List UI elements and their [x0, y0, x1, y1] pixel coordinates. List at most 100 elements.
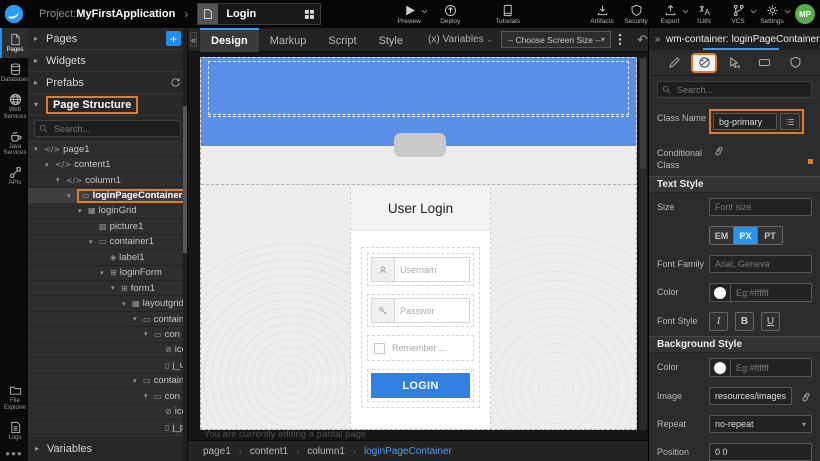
section-variables[interactable]: ▸ Variables [28, 435, 187, 461]
section-pages[interactable]: ▸ Pages + [28, 28, 187, 50]
tree-item-j_us[interactable]: ▯j_us [28, 358, 187, 373]
login-button[interactable]: LOGIN [371, 373, 470, 398]
font-style-button-u[interactable]: U [761, 312, 780, 331]
page-tab-login[interactable]: Login [197, 3, 321, 25]
header-action-settings[interactable]: Settings [760, 4, 784, 25]
tree-item-content1[interactable]: ▾</>content1 [28, 157, 187, 172]
color-swatch[interactable] [714, 362, 726, 374]
breadcrumb-item-content1[interactable]: content1 [250, 446, 288, 457]
rail-item-file-explorer[interactable]: File Explorer [0, 379, 28, 416]
rail-item-pages[interactable]: Pages [0, 28, 28, 58]
text-color-picker[interactable]: Eg:#ffffff [709, 283, 812, 302]
breadcrumb-item-page1[interactable]: page1 [203, 446, 231, 457]
tree-item-j_pa[interactable]: ▯j_pa [28, 420, 187, 435]
font-unit-row: EMPXPT [649, 221, 820, 250]
tree-item-con[interactable]: ▾▭con [28, 327, 187, 342]
password-input[interactable] [394, 298, 470, 323]
bg-repeat-select[interactable]: no-repeat ▾ [709, 415, 812, 433]
canvas-scrollbar[interactable] [639, 57, 647, 430]
tree-item-container[interactable]: ▾▭container [28, 312, 187, 327]
font-size-input[interactable] [709, 198, 812, 216]
tree-item-ico[interactable]: ⊘ico [28, 343, 187, 358]
section-widgets[interactable]: ▸ Widgets [28, 50, 187, 72]
collapse-left-panel-button[interactable]: « [190, 32, 197, 47]
tree-item-ico[interactable]: ⊘ico [28, 404, 187, 419]
user-avatar[interactable]: MP [795, 4, 815, 24]
refresh-icon[interactable] [170, 77, 181, 88]
rail-item-apis[interactable]: APIs [0, 161, 28, 191]
toolbar-tab-design[interactable]: Design [200, 28, 259, 52]
color-swatch[interactable] [714, 287, 726, 299]
toolbar-tab-script[interactable]: Script [317, 28, 367, 52]
left-panel-scrollbar[interactable] [183, 28, 187, 461]
tree-item-container1[interactable]: ▾▭container1 [28, 235, 187, 250]
unit-button-em[interactable]: EM [710, 227, 734, 244]
rail-item-logs[interactable]: Logs [0, 416, 28, 446]
wavemaker-logo-icon[interactable] [1, 1, 27, 27]
picture-placeholder[interactable] [394, 133, 446, 157]
styles-search-input[interactable] [675, 84, 807, 96]
header-action-tutorials[interactable]: Tutorials [495, 4, 520, 25]
section-prefabs[interactable]: ▸ Prefabs [28, 72, 187, 94]
more-options-button[interactable] [618, 33, 622, 46]
tree-item-picture1[interactable]: ▨picture1 [28, 219, 187, 234]
tree-item-con[interactable]: ▾▭con [28, 389, 187, 404]
toolbar-tab-style[interactable]: Style [368, 28, 414, 52]
design-canvas[interactable]: User Login [200, 57, 637, 430]
section-page-structure[interactable]: ▾ Page Structure [28, 94, 187, 116]
font-style-button-b[interactable]: B [735, 312, 754, 331]
font-style-button-i[interactable]: I [709, 312, 728, 331]
rail-item-databases[interactable]: Databases [0, 58, 28, 88]
font-family-input[interactable] [709, 255, 812, 273]
bg-image-input[interactable] [709, 387, 792, 405]
breadcrumb-item-column1[interactable]: column1 [307, 446, 345, 457]
toolbar-tab-markup[interactable]: Markup [259, 28, 318, 52]
collapse-right-panel-button[interactable]: » [649, 34, 666, 45]
header-action-vcs[interactable]: VCS [726, 4, 750, 25]
tree-item-loginForm[interactable]: ▾⊞loginForm [28, 266, 187, 281]
tree-item-form1[interactable]: ▾⊞form1 [28, 281, 187, 296]
rail-item-java-services[interactable]: Java Services [0, 125, 28, 162]
bg-color-picker[interactable]: Eg:#ffffff [709, 358, 812, 377]
header-action-export[interactable]: Export [658, 4, 682, 25]
add-page-button[interactable]: + [166, 31, 181, 46]
tab-device[interactable] [752, 53, 778, 73]
tab-properties[interactable] [661, 53, 687, 73]
class-name-input[interactable] [713, 113, 777, 130]
undo-button[interactable]: ↶ [637, 32, 648, 48]
header-action-i18n[interactable]: AI18N [692, 4, 716, 25]
breadcrumb-current[interactable]: loginPageContainer [364, 446, 452, 457]
tree-item-container[interactable]: ▾▭container [28, 374, 187, 389]
section-prefabs-label: Prefabs [46, 77, 84, 89]
variables-menu[interactable]: (x) Variables ⌄ [428, 34, 493, 45]
bg-position-input[interactable] [709, 443, 812, 461]
header-action-deploy[interactable]: Deploy [438, 4, 462, 25]
screen-size-select[interactable]: -- Choose Screen Size -- ▾ [501, 31, 611, 48]
grid-icon[interactable] [304, 9, 315, 20]
tab-styles[interactable] [691, 53, 717, 73]
username-input[interactable] [394, 257, 470, 282]
grid-icon: ▦ [88, 206, 96, 215]
tree-item-label1[interactable]: ◈label1 [28, 250, 187, 265]
unit-button-pt[interactable]: PT [758, 227, 782, 244]
tree-search-input[interactable] [52, 123, 176, 135]
tree-item-loginGrid[interactable]: ▾▦loginGrid [28, 204, 187, 219]
font-size-label: Size [657, 198, 709, 214]
rail-more-button[interactable]: ●●● [0, 446, 28, 458]
rail-item-web-services[interactable]: Web Services [0, 88, 28, 125]
remember-checkbox[interactable] [374, 343, 385, 354]
link-icon[interactable] [800, 390, 812, 402]
unit-button-px[interactable]: PX [734, 227, 758, 244]
header-action-artifacts[interactable]: Artifacts [590, 4, 614, 25]
tree-item-page1[interactable]: ▾</>page1 [28, 142, 187, 157]
tree-item-label: label1 [119, 252, 144, 263]
class-list-button[interactable] [780, 113, 800, 130]
tab-security[interactable] [782, 53, 808, 73]
header-action-security[interactable]: Security [624, 4, 648, 25]
tree-item-loginPageContainer[interactable]: ▾▭loginPageContainer [28, 188, 187, 203]
tree-item-column1[interactable]: ▾</>column1 [28, 173, 187, 188]
tab-events[interactable] [722, 53, 748, 73]
header-action-preview[interactable]: Preview [397, 4, 421, 25]
tree-item-layoutgrid2[interactable]: ▾▦layoutgrid2 [28, 296, 187, 311]
link-icon[interactable] [713, 144, 725, 156]
